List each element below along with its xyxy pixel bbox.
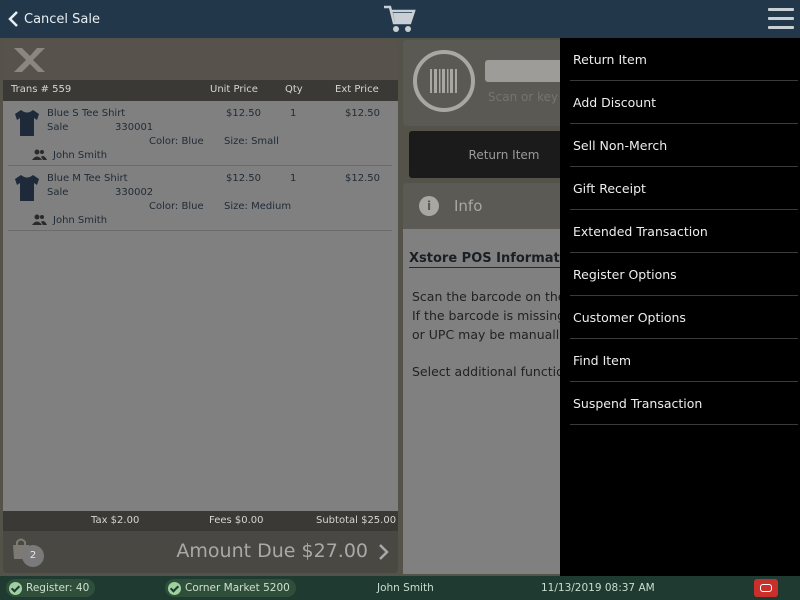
menu-item-add-discount[interactable]: Add Discount xyxy=(570,81,798,124)
scan-hint: Scan or key a xyxy=(488,90,570,104)
chevron-right-icon xyxy=(379,544,389,560)
transaction-number: Trans # 559 xyxy=(11,84,72,95)
cancel-sale-button[interactable]: Cancel Sale xyxy=(6,9,100,29)
item-qty: 1 xyxy=(290,108,297,119)
item-count-badge: 2 xyxy=(22,545,44,567)
qty-header: Qty xyxy=(285,84,303,95)
user-name: John Smith xyxy=(377,582,434,594)
store-badge: Corner Market 5200 xyxy=(165,579,296,597)
item-color: Color: Blue xyxy=(149,136,204,147)
status-bar: Register: 40 Corner Market 5200 John Smi… xyxy=(0,576,800,600)
item-associate: John Smith xyxy=(53,150,108,161)
item-ext-price: $12.50 xyxy=(345,173,380,184)
cancel-sale-label: Cancel Sale xyxy=(24,11,101,27)
associate-icon xyxy=(32,149,47,160)
menu-item-register-options[interactable]: Register Options xyxy=(570,253,798,296)
line-item-list: Blue S Tee Shirt Sale 330001 $12.50 1 $1… xyxy=(3,101,398,551)
line-item[interactable]: Blue S Tee Shirt Sale 330001 $12.50 1 $1… xyxy=(8,101,392,166)
item-sku: 330002 xyxy=(115,187,154,198)
unit-price-header: Unit Price xyxy=(210,84,258,95)
item-associate: John Smith xyxy=(53,215,108,226)
totals-bar: Tax $2.00 Fees $0.00 Subtotal $25.00 xyxy=(3,511,398,531)
register-label: Register: 40 xyxy=(26,582,90,594)
item-size: Size: Small xyxy=(224,136,279,147)
transaction-header: Trans # 559 Unit Price Qty Ext Price xyxy=(3,80,398,101)
item-name: Blue M Tee Shirt xyxy=(47,173,128,184)
side-menu: Return Item Add Discount Sell Non-Merch … xyxy=(560,38,800,576)
tshirt-icon xyxy=(15,175,39,201)
barcode-icon[interactable] xyxy=(412,49,476,113)
item-unit-price: $12.50 xyxy=(226,173,261,184)
menu-item-extended-transaction[interactable]: Extended Transaction xyxy=(570,210,798,253)
top-bar: Cancel Sale xyxy=(0,0,800,38)
item-sku: 330001 xyxy=(115,122,154,133)
date-time: 11/13/2019 08:37 AM xyxy=(541,582,655,594)
info-label: Info xyxy=(454,197,483,215)
xstore-logo-icon xyxy=(14,48,45,72)
item-qty: 1 xyxy=(290,173,297,184)
item-size: Size: Medium xyxy=(224,201,292,212)
register-badge: Register: 40 xyxy=(6,579,96,597)
tshirt-icon xyxy=(15,110,39,136)
menu-item-return-item[interactable]: Return Item xyxy=(570,38,798,81)
menu-item-gift-receipt[interactable]: Gift Receipt xyxy=(570,167,798,210)
logout-button[interactable] xyxy=(754,579,778,597)
chevron-left-icon xyxy=(8,11,18,27)
item-color: Color: Blue xyxy=(149,201,204,212)
menu-item-sell-non-merch[interactable]: Sell Non-Merch xyxy=(570,124,798,167)
item-ext-price: $12.50 xyxy=(345,108,380,119)
line-item[interactable]: Blue M Tee Shirt Sale 330002 $12.50 1 $1… xyxy=(8,166,392,231)
subtotal: Subtotal $25.00 xyxy=(316,515,397,526)
info-line: If the barcode is missing xyxy=(412,308,566,323)
menu-item-customer-options[interactable]: Customer Options xyxy=(570,296,798,339)
amount-due: Amount Due $27.00 xyxy=(176,540,368,562)
info-icon: i xyxy=(419,196,439,216)
tax-total: Tax $2.00 xyxy=(91,515,140,526)
menu-toggle-icon[interactable] xyxy=(768,8,794,30)
item-name: Blue S Tee Shirt xyxy=(47,108,126,119)
info-line: Select additional functio xyxy=(412,364,564,379)
amount-due-button[interactable]: 2 Amount Due $27.00 xyxy=(3,531,398,573)
cart-icon xyxy=(384,5,416,32)
store-label: Corner Market 5200 xyxy=(185,582,290,594)
fees-total: Fees $0.00 xyxy=(209,515,264,526)
associate-icon xyxy=(32,214,47,225)
transaction-panel: Trans # 559 Unit Price Qty Ext Price Blu… xyxy=(3,40,398,573)
info-line: Scan the barcode on the xyxy=(412,289,566,304)
item-unit-price: $12.50 xyxy=(226,108,261,119)
check-icon xyxy=(168,581,181,595)
menu-item-find-item[interactable]: Find Item xyxy=(570,339,798,382)
item-type: Sale xyxy=(47,187,69,198)
ext-price-header: Ext Price xyxy=(335,84,379,95)
check-icon xyxy=(9,581,22,595)
logo-bar xyxy=(3,40,398,80)
info-line: or UPC may be manuall xyxy=(412,327,560,342)
item-type: Sale xyxy=(47,122,69,133)
menu-item-suspend-transaction[interactable]: Suspend Transaction xyxy=(570,382,798,425)
info-title: Xstore POS Informatio xyxy=(409,251,574,268)
